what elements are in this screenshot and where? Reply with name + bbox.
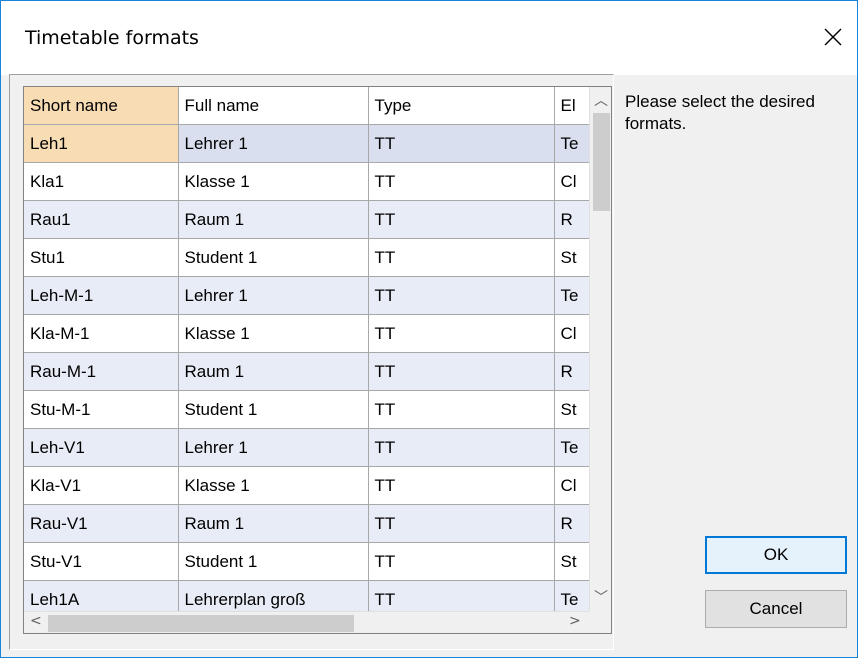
cell-type[interactable]: TT xyxy=(368,466,555,505)
table-row[interactable]: Leh-M-1 Lehrer 1 TT Te xyxy=(24,276,590,315)
formats-table: Short name Full name Type El Leh1 Lehrer … xyxy=(24,87,590,619)
cell-short-name[interactable]: Rau-V1 xyxy=(24,504,179,543)
cell-full-name[interactable]: Student 1 xyxy=(178,390,369,429)
scrollbar-corner xyxy=(589,611,611,633)
table-row[interactable]: Kla-V1 Klasse 1 TT Cl xyxy=(24,466,590,505)
dialog-title: Timetable formats xyxy=(25,27,199,49)
cell-short-name[interactable]: Stu1 xyxy=(24,238,179,277)
cell-element[interactable]: Te xyxy=(554,428,590,467)
cell-type[interactable]: TT xyxy=(368,276,555,315)
column-header-short-name[interactable]: Short name xyxy=(24,87,179,125)
cell-short-name[interactable]: Leh1 xyxy=(24,124,179,163)
header-row: Short name Full name Type El xyxy=(24,87,590,125)
cell-full-name[interactable]: Klasse 1 xyxy=(178,162,369,201)
cell-full-name[interactable]: Klasse 1 xyxy=(178,466,369,505)
cell-full-name[interactable]: Student 1 xyxy=(178,238,369,277)
horizontal-scrollbar[interactable]: < > xyxy=(24,611,589,633)
cell-element[interactable]: Cl xyxy=(554,162,590,201)
chevron-right-icon[interactable]: > xyxy=(569,613,581,629)
cell-type[interactable]: TT xyxy=(368,124,555,163)
cell-element[interactable]: Cl xyxy=(554,314,590,353)
cell-element[interactable]: R xyxy=(554,504,590,543)
cell-element[interactable]: St xyxy=(554,542,590,581)
column-header-full-name[interactable]: Full name xyxy=(178,87,369,125)
cell-full-name[interactable]: Lehrer 1 xyxy=(178,428,369,467)
formats-grid[interactable]: Short name Full name Type El Leh1 Lehrer … xyxy=(23,86,612,634)
cell-element[interactable]: Te xyxy=(554,276,590,315)
cell-full-name[interactable]: Lehrer 1 xyxy=(178,124,369,163)
table-row[interactable]: Rau1 Raum 1 TT R xyxy=(24,200,590,239)
cell-element[interactable]: R xyxy=(554,200,590,239)
cell-type[interactable]: TT xyxy=(368,238,555,277)
table-row[interactable]: Stu1 Student 1 TT St xyxy=(24,238,590,277)
cell-type[interactable]: TT xyxy=(368,200,555,239)
table-row[interactable]: Kla1 Klasse 1 TT Cl xyxy=(24,162,590,201)
ok-button[interactable]: OK xyxy=(705,536,847,574)
table-row[interactable]: Stu-V1 Student 1 TT St xyxy=(24,542,590,581)
cell-short-name[interactable]: Stu-V1 xyxy=(24,542,179,581)
cell-full-name[interactable]: Raum 1 xyxy=(178,200,369,239)
close-icon[interactable] xyxy=(811,15,855,59)
vertical-scrollbar[interactable]: ︿ ﹀ xyxy=(589,87,611,611)
cell-short-name[interactable]: Kla-M-1 xyxy=(24,314,179,353)
cell-element[interactable]: St xyxy=(554,390,590,429)
grid-panel: Short name Full name Type El Leh1 Lehrer … xyxy=(9,74,614,650)
cell-type[interactable]: TT xyxy=(368,352,555,391)
cell-full-name[interactable]: Lehrer 1 xyxy=(178,276,369,315)
cell-short-name[interactable]: Kla-V1 xyxy=(24,466,179,505)
cell-short-name[interactable]: Leh-M-1 xyxy=(24,276,179,315)
table-row[interactable]: Rau-M-1 Raum 1 TT R xyxy=(24,352,590,391)
cell-type[interactable]: TT xyxy=(368,314,555,353)
cell-type[interactable]: TT xyxy=(368,428,555,467)
title-bar: Timetable formats xyxy=(1,1,857,75)
cell-short-name[interactable]: Leh-V1 xyxy=(24,428,179,467)
cell-short-name[interactable]: Kla1 xyxy=(24,162,179,201)
cell-full-name[interactable]: Klasse 1 xyxy=(178,314,369,353)
instruction-text: Please select the desired formats. xyxy=(625,92,815,133)
table-row[interactable]: Leh1 Lehrer 1 TT Te xyxy=(24,124,590,163)
cell-element[interactable]: Cl xyxy=(554,466,590,505)
vertical-scroll-thumb[interactable] xyxy=(593,113,610,211)
table-row[interactable]: Kla-M-1 Klasse 1 TT Cl xyxy=(24,314,590,353)
cancel-button[interactable]: Cancel xyxy=(705,590,847,628)
horizontal-scroll-thumb[interactable] xyxy=(48,615,354,632)
column-header-element[interactable]: El xyxy=(554,87,590,125)
cell-element[interactable]: St xyxy=(554,238,590,277)
chevron-down-icon[interactable]: ﹀ xyxy=(594,587,608,607)
cell-type[interactable]: TT xyxy=(368,390,555,429)
column-header-type[interactable]: Type xyxy=(368,87,555,125)
timetable-formats-dialog: Timetable formats Short name Full name T… xyxy=(0,0,858,658)
cell-element[interactable]: Te xyxy=(554,124,590,163)
cell-type[interactable]: TT xyxy=(368,542,555,581)
cell-type[interactable]: TT xyxy=(368,162,555,201)
chevron-left-icon[interactable]: < xyxy=(30,613,42,629)
cell-full-name[interactable]: Student 1 xyxy=(178,542,369,581)
chevron-up-icon[interactable]: ︿ xyxy=(594,90,608,110)
table-row[interactable]: Stu-M-1 Student 1 TT St xyxy=(24,390,590,429)
cell-short-name[interactable]: Rau1 xyxy=(24,200,179,239)
cell-full-name[interactable]: Raum 1 xyxy=(178,352,369,391)
table-row[interactable]: Rau-V1 Raum 1 TT R xyxy=(24,504,590,543)
cell-element[interactable]: R xyxy=(554,352,590,391)
cell-type[interactable]: TT xyxy=(368,504,555,543)
cell-short-name[interactable]: Rau-M-1 xyxy=(24,352,179,391)
cell-short-name[interactable]: Stu-M-1 xyxy=(24,390,179,429)
table-row[interactable]: Leh-V1 Lehrer 1 TT Te xyxy=(24,428,590,467)
cell-full-name[interactable]: Raum 1 xyxy=(178,504,369,543)
